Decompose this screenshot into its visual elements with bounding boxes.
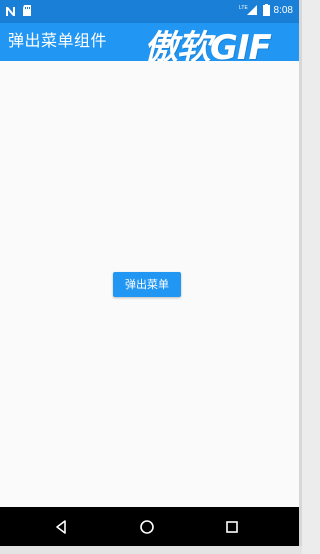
status-left-icons (5, 5, 32, 17)
sd-card-icon (22, 5, 32, 17)
back-button[interactable] (49, 515, 73, 539)
svg-text:LTE: LTE (239, 5, 248, 11)
status-right-icons: LTE 8:08 (239, 4, 293, 16)
popup-menu-button[interactable]: 弹出菜单 (113, 272, 181, 297)
battery-icon (262, 4, 270, 16)
main-content: 弹出菜单 (0, 61, 299, 507)
back-icon (56, 520, 66, 534)
navigation-bar (0, 507, 299, 546)
recent-apps-icon (226, 521, 238, 533)
status-time: 8:08 (273, 4, 293, 16)
app-bar: 弹出菜单组件 傲软GIF (0, 23, 299, 66)
status-bar: LTE 8:08 (0, 0, 299, 23)
page-title: 弹出菜单组件 (8, 31, 108, 50)
lte-signal-icon: LTE (239, 4, 259, 16)
home-button[interactable] (135, 515, 159, 539)
right-edge-strip (299, 0, 302, 554)
phone-screen: LTE 8:08 弹出菜单组件 傲软GIF 弹出菜单 (0, 0, 299, 546)
n-notification-icon (5, 6, 16, 17)
recent-apps-button[interactable] (220, 515, 244, 539)
bottom-edge-strip (0, 546, 302, 554)
home-icon (140, 520, 154, 534)
